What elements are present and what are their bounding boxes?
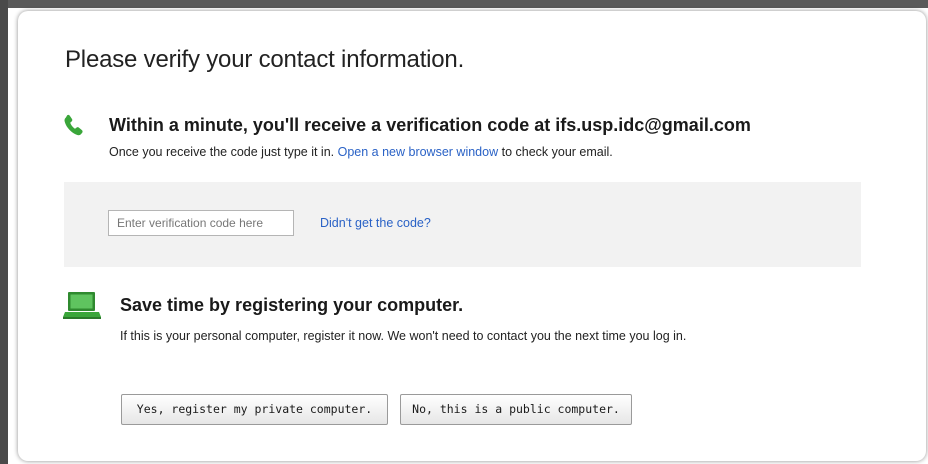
phone-icon: [64, 114, 83, 136]
window-left-border: [0, 0, 8, 464]
register-private-computer-button[interactable]: Yes, register my private computer.: [121, 394, 388, 425]
verification-heading: Within a minute, you'll receive a verifi…: [109, 115, 751, 135]
register-description: If this is your personal computer, regis…: [120, 329, 687, 343]
verification-description: Once you receive the code just type it i…: [109, 145, 613, 159]
register-heading: Save time by registering your computer.: [120, 295, 464, 315]
description-prefix: Once you receive the code just type it i…: [109, 145, 335, 159]
page-title: Please verify your contact information.: [65, 46, 465, 73]
description-suffix: to check your email.: [501, 145, 613, 159]
verification-code-input[interactable]: [108, 210, 294, 236]
laptop-icon: [63, 292, 101, 319]
window-top-border: [0, 0, 928, 8]
open-browser-window-link[interactable]: Open a new browser window: [338, 145, 499, 159]
didnt-get-code-link[interactable]: Didn't get the code?: [320, 216, 431, 230]
public-computer-button[interactable]: No, this is a public computer.: [400, 394, 632, 425]
